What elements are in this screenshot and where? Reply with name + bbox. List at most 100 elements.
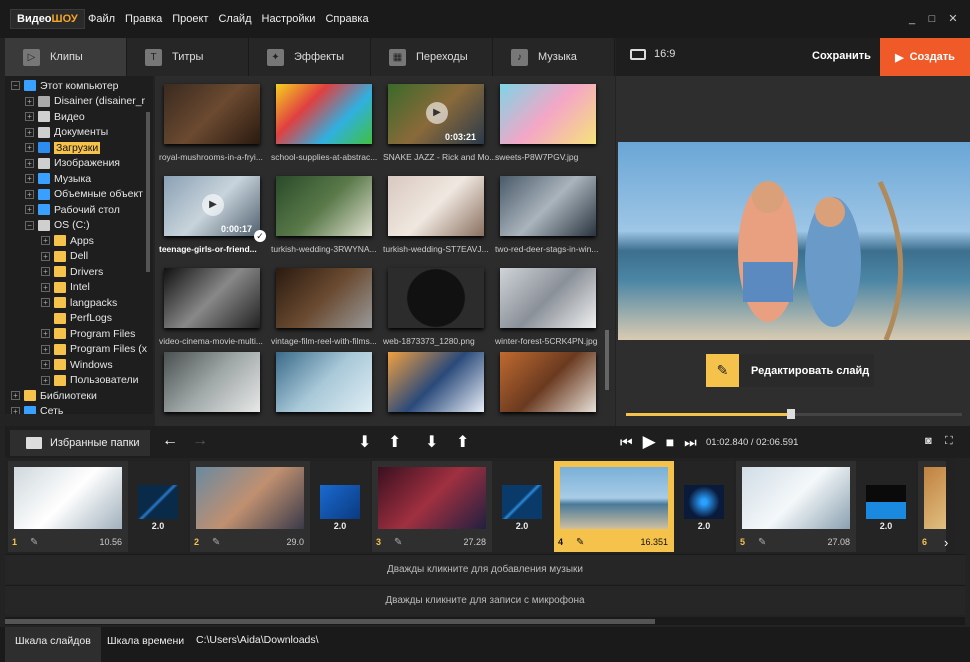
tree-node[interactable]: − OS (C:)	[25, 218, 90, 233]
expand-toggle-icon[interactable]: −	[11, 81, 20, 90]
file-tile[interactable]: ▶ 0:00:17 ✓ teenage-girls-or-friend...	[159, 176, 269, 266]
timeline-transition[interactable]: 2.0	[128, 461, 188, 552]
expand-toggle-icon[interactable]: +	[41, 251, 50, 261]
back-arrow-icon[interactable]: ←	[162, 432, 178, 450]
tree-node[interactable]: PerfLogs	[41, 311, 112, 326]
folder-tree[interactable]: − Этот компьютер + Disainer (disainer_r + Вид…	[5, 76, 153, 414]
file-tile[interactable]: turkish-wedding-3RWYNA...	[271, 176, 381, 266]
pencil-icon[interactable]: ✎	[212, 537, 220, 548]
favorites-button[interactable]: Избранные папки	[10, 430, 150, 456]
menu-edit[interactable]: Правка	[125, 13, 162, 25]
expand-toggle-icon[interactable]: +	[41, 267, 50, 276]
file-tile[interactable]: sweets-P8W7PGV.jpg	[495, 84, 605, 174]
menu-help[interactable]: Справка	[325, 13, 368, 25]
menu-settings[interactable]: Настройки	[262, 13, 316, 25]
file-tile[interactable]: two-red-deer-stags-in-win...	[495, 176, 605, 266]
tree-node[interactable]: − Этот компьютер	[11, 78, 119, 93]
expand-toggle-icon[interactable]: +	[25, 112, 34, 121]
music-track[interactable]: Дважды кликните для добавления музыки	[5, 554, 965, 584]
microphone-track[interactable]: Дважды кликните для записи с микрофона	[5, 585, 965, 615]
menu-file[interactable]: Файл	[88, 13, 115, 25]
file-tile[interactable]: video-cinema-movie-multi...	[159, 268, 269, 358]
tree-node[interactable]: + Пользователи	[41, 373, 139, 388]
timeline-transition[interactable]: 2.0	[492, 461, 552, 552]
expand-toggle-icon[interactable]: +	[25, 189, 34, 199]
create-button[interactable]: ▶ Создать	[880, 38, 970, 76]
close-icon[interactable]: ✕	[947, 13, 959, 25]
tree-node[interactable]: + Disainer (disainer_r	[25, 94, 145, 109]
previous-icon[interactable]: ⏮	[620, 434, 633, 451]
expand-toggle-icon[interactable]: +	[41, 298, 50, 307]
tab-clips[interactable]: ▷ Клипы	[5, 38, 127, 76]
stop-icon[interactable]: ■	[666, 434, 674, 450]
timeline-slide[interactable]: 6	[918, 461, 946, 552]
tab-titles[interactable]: T Титры	[127, 38, 249, 76]
pencil-icon[interactable]: ✎	[576, 537, 584, 548]
fullscreen-icon[interactable]: ⛶	[945, 435, 958, 447]
tree-node[interactable]: + Dell	[41, 249, 88, 264]
expand-toggle-icon[interactable]: +	[11, 406, 20, 414]
timeline-transition[interactable]: 2.0	[856, 461, 916, 552]
pencil-icon[interactable]: ✎	[394, 537, 402, 548]
tree-node[interactable]: + langpacks	[41, 295, 117, 310]
timeline-slide[interactable]: 2 ✎ 29.0	[190, 461, 310, 552]
tree-node[interactable]: + Intel	[41, 280, 90, 295]
file-tile[interactable]	[495, 352, 605, 426]
expand-toggle-icon[interactable]: +	[41, 329, 50, 338]
tree-node[interactable]: + Program Files	[41, 326, 135, 341]
menu-slide[interactable]: Слайд	[218, 13, 251, 25]
expand-toggle-icon[interactable]: +	[41, 344, 50, 354]
file-tile[interactable]	[271, 352, 381, 426]
pencil-icon[interactable]: ✎	[30, 537, 38, 548]
tree-node[interactable]: + Drivers	[41, 264, 103, 279]
tree-node[interactable]: + Музыка	[25, 171, 91, 186]
move-down-icon[interactable]: ⬇	[358, 432, 371, 452]
file-tile[interactable]	[159, 352, 269, 426]
next-icon[interactable]: ⏭	[684, 434, 697, 451]
grid-scrollbar[interactable]	[605, 330, 609, 390]
tab-effects[interactable]: ✦ Эффекты	[249, 38, 371, 76]
expand-toggle-icon[interactable]: +	[25, 143, 34, 152]
tree-node[interactable]: + Сеть	[11, 404, 63, 414]
expand-toggle-icon[interactable]: +	[25, 174, 34, 183]
expand-toggle-icon[interactable]: +	[41, 282, 50, 292]
tree-node[interactable]: + Объемные объект	[25, 187, 143, 202]
expand-toggle-icon[interactable]: +	[25, 158, 34, 168]
tab-slide-timeline[interactable]: Шкала слайдов	[5, 627, 101, 662]
menu-project[interactable]: Проект	[172, 13, 208, 25]
tree-node[interactable]: + Program Files (x	[41, 342, 147, 357]
progress-handle[interactable]	[786, 409, 795, 419]
expand-toggle-icon[interactable]: +	[41, 375, 50, 385]
maximize-icon[interactable]: □	[926, 13, 938, 25]
file-tile[interactable]: web-1873373_1280.png	[383, 268, 493, 358]
tab-transitions[interactable]: ▦ Переходы	[371, 38, 493, 76]
add-all-down-icon[interactable]: ⬇	[425, 432, 438, 452]
tab-music[interactable]: ♪ Музыка	[493, 38, 615, 76]
forward-arrow-icon[interactable]: →	[192, 432, 208, 450]
expand-toggle-icon[interactable]: −	[25, 220, 34, 230]
tree-node[interactable]: + Документы	[25, 125, 108, 140]
play-icon[interactable]: ▶	[643, 432, 656, 452]
file-tile[interactable]: vintage-film-reel-with-films...	[271, 268, 381, 358]
tree-node[interactable]: + Видео	[25, 109, 85, 124]
tree-node[interactable]: + Изображения	[25, 156, 120, 171]
tree-node[interactable]: + Рабочий стол	[25, 202, 120, 217]
file-tile[interactable]: ▶ 0:03:21 SNAKE JAZZ - Rick and Mo...	[383, 84, 495, 174]
snapshot-icon[interactable]: ◙	[925, 435, 938, 447]
file-tile[interactable]	[383, 352, 493, 426]
expand-toggle-icon[interactable]: +	[25, 205, 34, 214]
timeline-slide[interactable]: 1 ✎ 10.56	[8, 461, 128, 552]
remove-all-up-icon[interactable]: ⬆	[456, 432, 469, 452]
timeline-transition[interactable]: 2.0	[310, 461, 370, 552]
expand-toggle-icon[interactable]: +	[25, 96, 34, 106]
minimize-icon[interactable]: _	[906, 13, 918, 25]
expand-toggle-icon[interactable]: +	[41, 236, 50, 245]
move-up-icon[interactable]: ⬆	[388, 432, 401, 452]
tree-node[interactable]: + Apps	[41, 233, 94, 248]
timeline-slide[interactable]: 4 ✎ 16.351	[554, 461, 674, 552]
tab-time-timeline[interactable]: Шкала времени	[97, 627, 194, 662]
file-tile[interactable]: winter-forest-5CRK4PN.jpg	[495, 268, 605, 358]
edit-slide-button[interactable]: ✎ Редактировать слайд	[706, 354, 874, 387]
expand-toggle-icon[interactable]: +	[11, 391, 20, 400]
timeline-scroll-thumb[interactable]	[5, 619, 655, 624]
